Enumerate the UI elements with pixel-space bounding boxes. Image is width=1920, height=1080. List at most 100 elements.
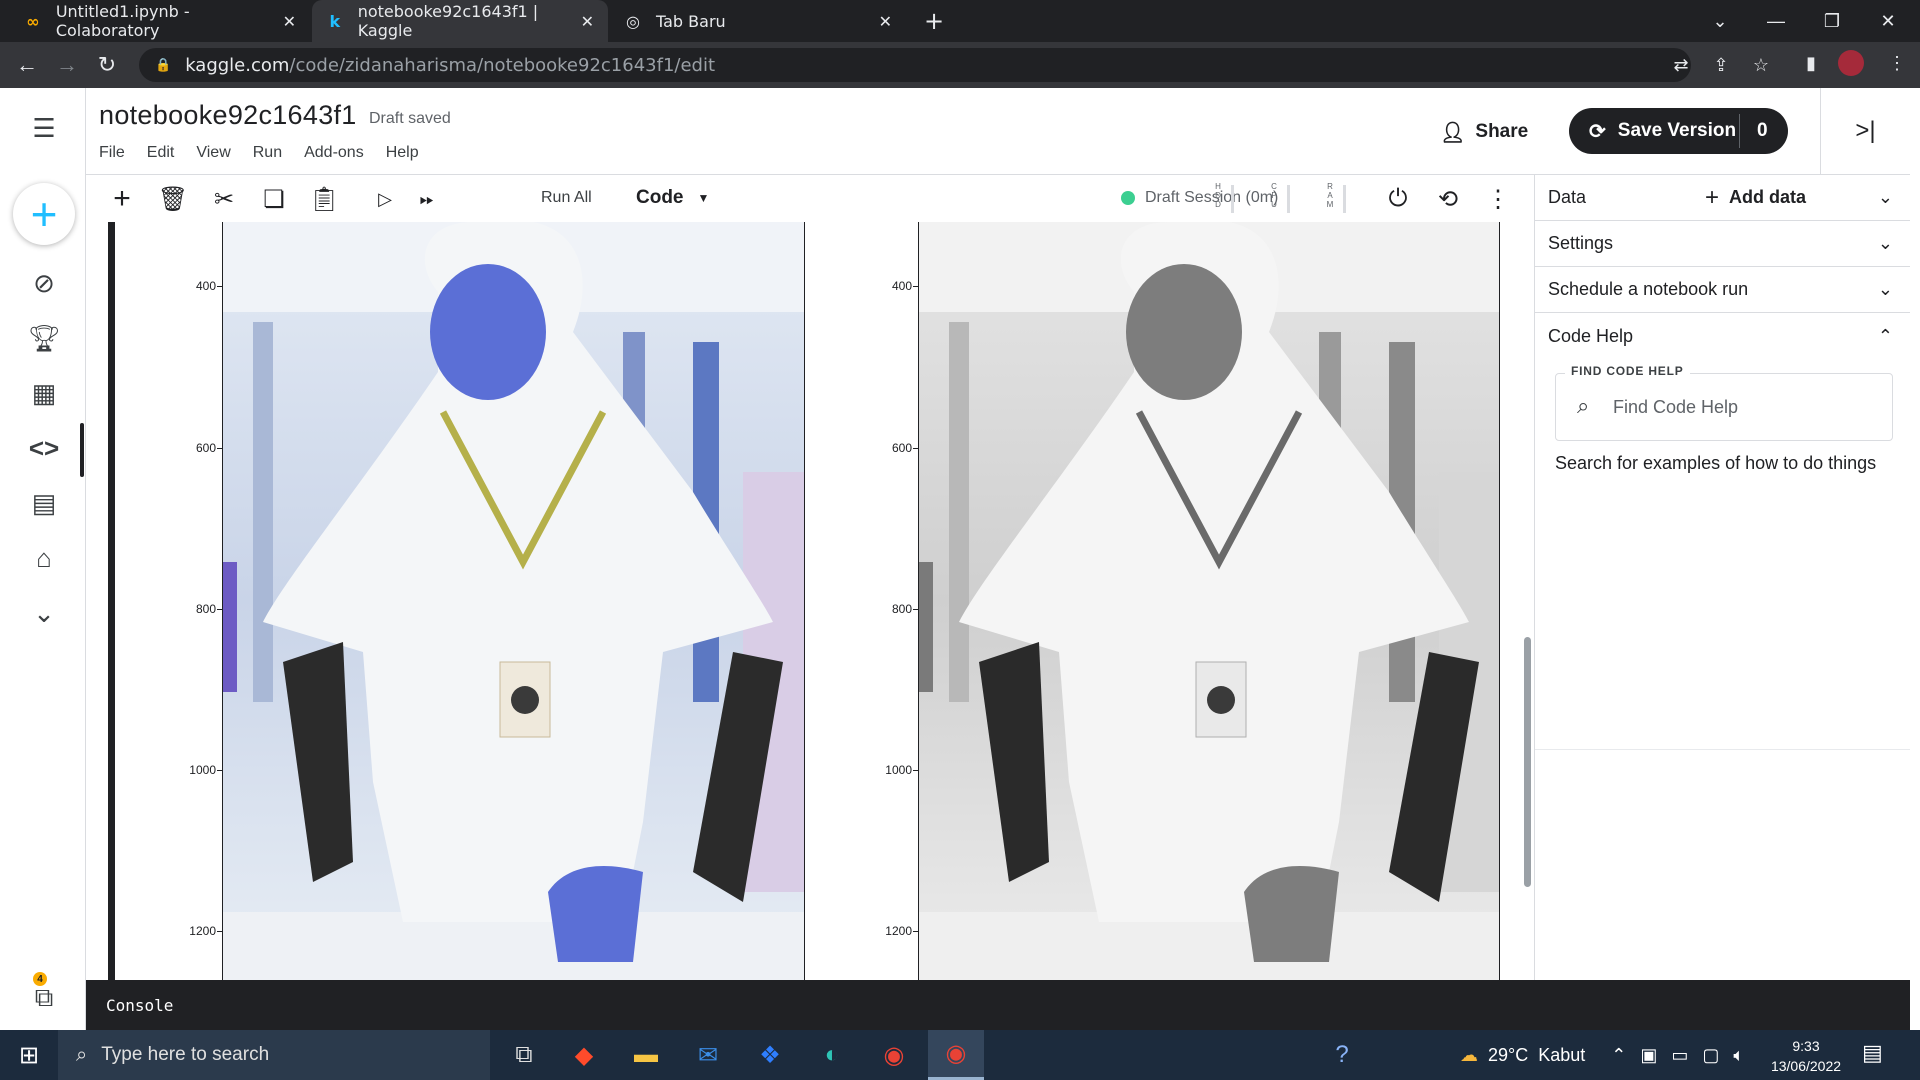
console-bar[interactable]: Console xyxy=(86,980,1910,1030)
restart-icon[interactable]: ⟲ xyxy=(1432,183,1464,215)
collapse-panel-icon[interactable]: >| xyxy=(1820,88,1910,174)
menu-addons[interactable]: Add-ons xyxy=(304,144,364,162)
learn-cap-icon[interactable]: ⌂ xyxy=(24,538,64,578)
close-icon[interactable]: ✕ xyxy=(879,12,892,31)
delete-cell-icon[interactable]: 🗑︎ xyxy=(157,183,189,215)
tab-new[interactable]: ◎ Tab Baru ✕ xyxy=(610,0,906,42)
tab-kaggle[interactable]: k notebooke92c1643f1 | Kaggle ✕ xyxy=(312,0,608,42)
mail-icon[interactable]: ✉ xyxy=(680,1030,736,1080)
compass-icon[interactable]: ⊘ xyxy=(24,263,64,303)
y-tick-label: 1200 xyxy=(189,924,216,938)
power-icon[interactable]: ⏻ xyxy=(1382,183,1414,215)
add-data-button[interactable]: + Add data xyxy=(1705,184,1806,212)
code-icon[interactable]: <> xyxy=(24,428,64,468)
comments-icon[interactable]: ▤ xyxy=(24,483,64,523)
copy-icon[interactable]: ❏ xyxy=(258,183,290,215)
chevron-down-icon[interactable]: ⌄ xyxy=(1878,187,1893,208)
cell-type-select[interactable]: Code ▼ xyxy=(636,187,709,209)
clock[interactable]: 9:33 13/06/2022 xyxy=(1758,1036,1854,1076)
search-icon: ⌕ xyxy=(76,1043,88,1066)
chrome-menu-icon[interactable]: ⋮ xyxy=(1880,46,1914,80)
forward-icon[interactable]: → xyxy=(52,50,82,80)
cell-selection-bar xyxy=(108,222,115,980)
file-explorer-icon[interactable]: ▬ xyxy=(618,1030,674,1080)
tab-title: Tab Baru xyxy=(656,11,726,31)
menu-edit[interactable]: Edit xyxy=(147,144,175,162)
version-count[interactable]: 0 xyxy=(1757,120,1768,142)
notebook-title[interactable]: notebooke92c1643f1 xyxy=(99,100,357,131)
create-button[interactable]: + xyxy=(13,183,75,245)
new-tab-button[interactable]: + xyxy=(910,0,960,42)
chevron-up-icon: ⌃ xyxy=(1877,325,1893,346)
minimize-button[interactable]: — xyxy=(1748,0,1804,42)
side-panel-icon[interactable]: ▮ xyxy=(1794,46,1828,80)
profile-avatar[interactable] xyxy=(1834,46,1868,80)
add-cell-icon[interactable]: + xyxy=(106,182,138,215)
anydesk-icon[interactable]: ◆ xyxy=(556,1030,612,1080)
paste-icon[interactable]: 📋︎ xyxy=(308,183,340,215)
cpu-label: CPU xyxy=(1271,182,1277,209)
close-icon[interactable]: ✕ xyxy=(283,12,296,31)
photo-blue-tinted xyxy=(222,222,805,980)
weather-text[interactable]: 29°C Kabut xyxy=(1488,1045,1585,1066)
volume-icon[interactable]: 🔈︎ xyxy=(1733,1045,1744,1066)
tab-search-icon[interactable]: ⌄ xyxy=(1692,0,1748,42)
bookmark-star-icon[interactable]: ☆ xyxy=(1744,48,1778,82)
edge-icon[interactable]: ◐ xyxy=(804,1030,860,1080)
tray-chevron-icon[interactable]: ⌃ xyxy=(1611,1045,1626,1066)
table-icon[interactable]: ▦ xyxy=(24,373,64,413)
taskbar-search[interactable]: ⌕ Type here to search xyxy=(58,1030,490,1080)
trophy-icon[interactable]: 🏆︎ xyxy=(24,318,64,358)
more-options-icon[interactable]: ⋮ xyxy=(1482,183,1514,215)
data-section[interactable]: Data + Add data ⌄ xyxy=(1535,175,1920,221)
close-icon[interactable]: ✕ xyxy=(581,12,594,31)
chrome-active-taskbar-icon[interactable]: ◉ xyxy=(928,1030,984,1080)
dropbox-icon[interactable]: ❖ xyxy=(742,1030,798,1080)
menu-help[interactable]: Help xyxy=(386,144,419,162)
task-view-icon[interactable]: ⧉ xyxy=(496,1030,552,1080)
tab-title: notebooke92c1643f1 | Kaggle xyxy=(357,2,539,40)
share-page-icon[interactable]: ⇪ xyxy=(1704,48,1738,82)
schedule-section[interactable]: Schedule a notebook run ⌄ xyxy=(1535,267,1920,313)
notebook-menu-bar: File Edit View Run Add-ons Help xyxy=(99,144,441,162)
save-version-button[interactable]: ⟳ Save Version 0 xyxy=(1569,108,1788,154)
code-help-label: Code Help xyxy=(1548,325,1634,346)
url-host: kaggle.com xyxy=(185,54,290,76)
chrome-taskbar-icon[interactable]: ◉ xyxy=(866,1030,922,1080)
meet-icon[interactable]: ▣ xyxy=(1640,1045,1657,1066)
system-tray: ☁ 29°C Kabut ⌃ ▣ ▭ ▢ 🔈︎ xyxy=(1460,1030,1744,1080)
run-all-icon[interactable]: ⏩︎ xyxy=(411,183,443,215)
more-chevron-icon[interactable]: ⌄ xyxy=(24,593,64,633)
restore-button[interactable]: ❐ xyxy=(1804,0,1860,42)
caret-down-icon: ▼ xyxy=(697,190,710,205)
find-code-help-input[interactable] xyxy=(1613,393,1873,421)
reload-icon[interactable]: ↻ xyxy=(92,50,122,80)
y-tick-label: 1000 xyxy=(189,763,216,777)
session-status[interactable]: Draft Session (0m) xyxy=(1121,189,1278,207)
code-help-section[interactable]: Code Help ⌃ xyxy=(1535,313,1920,359)
url-field[interactable]: 🔒 kaggle.com/code/zidanaharisma/notebook… xyxy=(139,48,1691,82)
settings-section[interactable]: Settings ⌄ xyxy=(1535,221,1920,267)
plot-original: 400 600 800 1000 1200 xyxy=(176,222,806,980)
menu-file[interactable]: File xyxy=(99,144,125,162)
translate-icon[interactable]: ⇄ xyxy=(1664,48,1698,82)
battery-icon[interactable]: ▭ xyxy=(1671,1045,1688,1066)
close-window-button[interactable]: ✕ xyxy=(1860,0,1916,42)
run-all-button[interactable]: Run All xyxy=(541,189,592,207)
scrollbar-thumb[interactable] xyxy=(1524,637,1531,887)
notification-center-icon[interactable]: ▤ xyxy=(1862,1040,1883,1066)
help-icon[interactable]: ? xyxy=(1314,1030,1370,1080)
cpu-meter: CPU xyxy=(1264,182,1290,216)
back-icon[interactable]: ← xyxy=(12,50,42,80)
notification-badge: 4 xyxy=(33,972,47,986)
menu-run[interactable]: Run xyxy=(253,144,282,162)
tab-colab[interactable]: ∞ Untitled1.ipynb - Colaboratory ✕ xyxy=(10,0,310,42)
network-icon[interactable]: ▢ xyxy=(1702,1045,1719,1066)
cell-type-value: Code xyxy=(636,187,684,208)
menu-view[interactable]: View xyxy=(196,144,230,162)
share-button[interactable]: 👤︎ Share xyxy=(1440,116,1528,148)
cut-icon[interactable]: ✂ xyxy=(208,183,240,215)
windows-start-icon[interactable]: ⊞ xyxy=(0,1030,58,1080)
run-cell-icon[interactable]: ▷ xyxy=(369,183,401,215)
hamburger-menu-icon[interactable]: ☰ xyxy=(24,108,64,148)
